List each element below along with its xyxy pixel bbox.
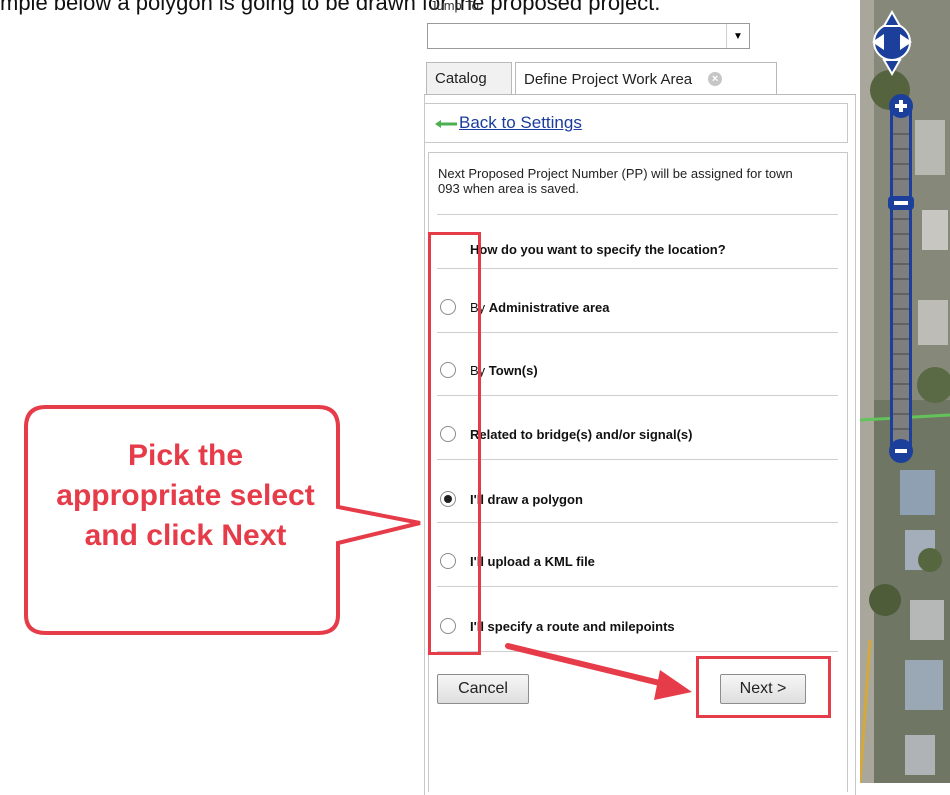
tab-define-label: Define Project Work Area xyxy=(524,70,693,88)
divider xyxy=(437,268,838,269)
question-heading: How do you want to specify the location? xyxy=(470,242,726,257)
option-label: Town(s) xyxy=(488,362,538,378)
option-label: Related to bridge(s) and/or signal(s) xyxy=(470,426,693,442)
callout-text: Pick the appropriate select and click Ne… xyxy=(56,439,315,552)
jump-to-label: Jump To: xyxy=(430,0,483,13)
close-icon[interactable]: × xyxy=(708,72,723,86)
divider xyxy=(437,459,838,460)
divider xyxy=(437,522,838,523)
map-view[interactable] xyxy=(860,0,950,783)
divider xyxy=(437,214,838,215)
pan-control-icon[interactable] xyxy=(870,8,914,80)
pointer-arrow-icon xyxy=(505,643,692,700)
divider xyxy=(437,586,838,587)
zoom-bar[interactable] xyxy=(886,94,916,464)
option-label: Administrative area xyxy=(488,299,610,315)
option-label: I'll upload a KML file xyxy=(470,553,595,569)
divider xyxy=(437,332,838,333)
back-bar: Back to Settings xyxy=(424,103,848,143)
info-text: Next Proposed Project Number (PP) will b… xyxy=(438,166,793,196)
divider xyxy=(437,395,838,396)
tab-define-project-work-area[interactable]: Define Project Work Area × xyxy=(515,62,777,95)
option-label: I'll specify a route and milepoints xyxy=(470,618,675,634)
chevron-down-icon[interactable]: ▼ xyxy=(726,24,749,48)
jump-to-select[interactable]: ▼ xyxy=(427,23,750,49)
tab-catalog[interactable]: Catalog xyxy=(426,62,512,94)
option-label: I'll draw a polygon xyxy=(470,491,583,507)
back-to-settings-link[interactable]: Back to Settings xyxy=(459,113,582,133)
next-highlight-box xyxy=(696,656,831,718)
tab-catalog-label: Catalog xyxy=(435,70,487,87)
back-arrow-icon xyxy=(435,120,457,128)
